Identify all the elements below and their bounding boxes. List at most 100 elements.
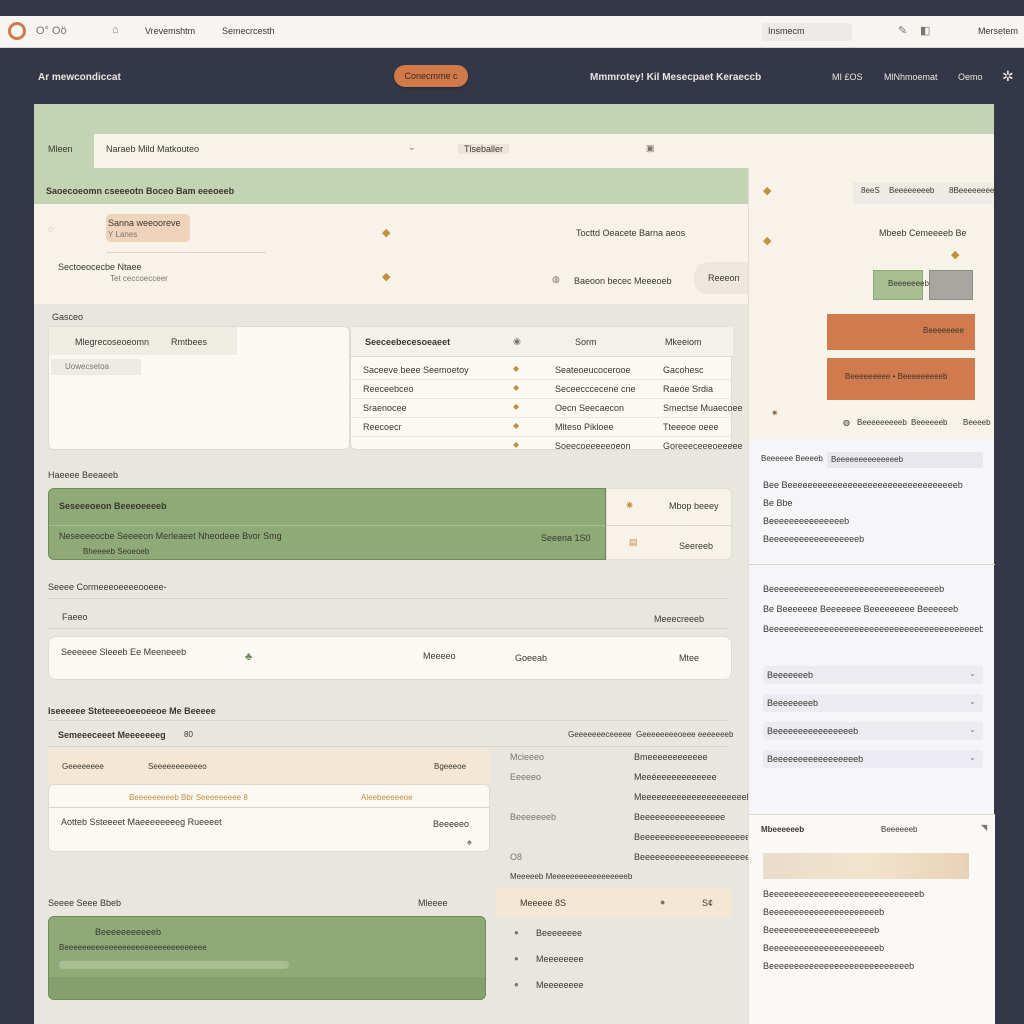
browser-nav-glyph[interactable]: O° Oö (36, 25, 67, 37)
clear-icon[interactable]: ▣ (646, 143, 655, 154)
extension-icon[interactable]: ✎ (898, 24, 907, 37)
row-icon: ◆ (513, 383, 520, 392)
bullet-icon: ● (514, 980, 519, 989)
section4-sub-right[interactable]: Meeecreeeb (654, 614, 704, 624)
table-row[interactable]: Saceeve beee Seemoetoy ◆ Seateoeucocerooe G… (351, 361, 731, 380)
sidebar-footer-3[interactable]: Beeeeb (963, 418, 991, 427)
browser-right-label[interactable]: Mersetem (978, 26, 1018, 36)
nav-item-1[interactable]: MI £OS (832, 72, 863, 82)
info-line: Bee Beeeeeeeeeeeeeeeeeeeeeeeeeeeeeeeeeeb (763, 480, 963, 490)
settings-icon[interactable]: ✲ (1002, 68, 1014, 85)
left-value-chip[interactable]: Uowecsetoa (51, 359, 141, 375)
list-item[interactable]: Meeeeeeee (536, 980, 584, 990)
info-line: Be Bbe (763, 498, 793, 508)
bullet-icon: ● (514, 928, 519, 937)
sidebar-button-a[interactable]: Beeeeeeee (827, 314, 975, 350)
list-item[interactable]: Meeeeeeee (536, 954, 584, 964)
sidebar-button-b[interactable]: Beeeeeeeee • Beeeeeeeeeb (827, 358, 975, 400)
row-icon: ◆ (513, 440, 520, 449)
table-header-2: Sorm (575, 337, 597, 347)
image-thumbnail[interactable] (763, 853, 969, 879)
sidebar-field[interactable]: Beeeeeeeb ⌄ (763, 666, 983, 684)
section3-line2: Bheeeeb Seoeoeb (83, 547, 150, 556)
card-footer (49, 977, 485, 999)
left-table-card: Mlegrecoseoeomn Rmtbees Uowecsetoa (48, 326, 350, 450)
section5-rule (48, 720, 728, 721)
app-logo[interactable] (8, 22, 26, 40)
row-icon: ◆ (513, 364, 520, 373)
sidebar-tabs: 8eeS Beeeeeeeeb 8Beeeeeeeeb (853, 182, 999, 204)
section3-banner[interactable]: Seseeeoeon Beeeoeeeeb Neseeeeocbe Seeeeo… (48, 488, 606, 560)
table-row[interactable]: Reeceebceo ◆ Seceecccecene cne Raeoe Srdia (351, 380, 731, 399)
section4-rule-2 (48, 628, 728, 629)
section5-right-head1: Geeeeeeeceeeee (568, 730, 632, 739)
browser-toolbar: O° Oö ⌂ Vrevemshtm Semecrcesth Insmecm ✎… (0, 16, 1024, 48)
section4-row[interactable]: Seeeeee Sleeeb Ee Meeneeeb ♣ Meeeeo Goee… (48, 636, 732, 680)
row1-highlight[interactable]: Sanna weeooreve Y Lanes (106, 214, 190, 242)
nav-item-3[interactable]: Oemo (958, 72, 983, 82)
divider (106, 252, 266, 253)
list-item[interactable]: Beeeeeeee (536, 928, 582, 938)
address-bar[interactable]: Insmecm (762, 23, 852, 41)
section5-card[interactable]: Beeeeeeeeeb Bbr Seeeeeeeee 8 Aleebeeeeeo… (48, 784, 490, 852)
list-item-right[interactable]: Beeeeeeeeeeeeeeeee (634, 812, 725, 822)
nav-item-2[interactable]: MlNhmoemat (884, 72, 938, 82)
primary-action-button[interactable]: Conecmme c (394, 65, 468, 87)
home-icon[interactable]: ⌂ (112, 24, 119, 36)
app-title: Ar mewcondiccat (38, 72, 121, 83)
section3-right-bottom[interactable]: Seereeb (679, 541, 713, 551)
section4-field4: Mtee (679, 653, 700, 663)
list-item-right[interactable]: Meeéeeeeeeeeeeee (634, 772, 717, 782)
list-item-right[interactable]: Meeeeeeeeeeeeeeeeeeeeeb (634, 792, 752, 802)
browser-tab-2[interactable]: Semecrcesth (222, 26, 275, 36)
sidebar-tab-2[interactable]: Beeeeeeeeb (889, 186, 934, 195)
section6-right-card[interactable]: Meeeee 8S ● S¢ (496, 888, 732, 918)
swatch-gray[interactable] (929, 270, 973, 300)
bottom-line: Beeeeeeeeeeeeeeeeeeeeeeb (763, 943, 885, 953)
sidebar-field[interactable]: Beeeeeeeeb ⌄ (763, 694, 983, 712)
sidebar-footer-1[interactable]: Beeeeeeeeeb (857, 418, 907, 427)
row2-button[interactable]: Reeeon (694, 262, 748, 294)
sidebar-bottom-card: Mbeeeeeeb Beeeeeeb ◥ Beeeeeeeeeeeeeeeeee… (749, 814, 995, 1024)
section5-count: 80 (184, 730, 193, 739)
table-row[interactable]: Reecoecr ◆ Mlteso Pikloee Tteeeoe oeee (351, 418, 731, 437)
section6-card[interactable]: Beeeeeeeeeeeb Beeeeeeeeeeeeeeeeeeeeeeeee… (48, 916, 486, 1000)
section5-head-row: Geeeeeeee Seeeeeeeeeeeo Bgeeeoe (48, 750, 490, 784)
list-item-left: O8 (510, 852, 523, 862)
expand-icon[interactable]: ◥ (981, 823, 987, 832)
banner-divider (49, 525, 605, 526)
bookmark-icon[interactable]: ◆ (763, 234, 771, 247)
sidebar-search-input[interactable]: Beeeeeeeeeeeeeeb (827, 452, 983, 468)
sidebar-tab-1[interactable]: 8eeS (861, 186, 880, 195)
list-item-right[interactable]: Bmeeeeeeeeeeee (634, 752, 708, 762)
sidebar-field[interactable]: Beeeeeeeeeeeeeeeeeb ⌄ (763, 750, 983, 768)
leaf-icon: ♠ (467, 837, 472, 847)
browser-tab-1[interactable]: Vrevemshtm (145, 26, 195, 36)
table-cell: Seateoeucocerooe (555, 365, 631, 375)
sidebar-tab-3[interactable]: 8Beeeeeeeeb (949, 186, 999, 195)
filter-tag[interactable]: Tlseballer (458, 144, 510, 154)
pin-icon[interactable]: ◆ (763, 184, 771, 197)
section5-row-a2: Aleebeeeeeoe (361, 793, 413, 802)
swatch-sage[interactable]: Beeeeeeeb (873, 270, 929, 300)
sidebar-field[interactable]: Beeeeeeeeeeeeeeeeb ⌄ (763, 722, 983, 740)
caret-icon: ⌄ (408, 142, 416, 152)
table-header-1: Seeceebecesoeaeet (365, 337, 451, 347)
left-header-1: Mlegrecoseoeomn (75, 337, 150, 347)
table-row[interactable]: ◆ Soeecoeeeeeoeon Goreeeceeeoeeeee (351, 437, 743, 456)
filter-input[interactable]: Naraeb Mild Matkouteo ⌄ Tlseballer ▣ (94, 134, 994, 168)
section2-label: Gasceo (52, 312, 84, 322)
section3-value: Seeena 1S0 (541, 533, 591, 543)
doc-icon: ▤ (629, 537, 638, 547)
gear-small-icon[interactable]: ✷ (771, 408, 779, 419)
section6-label-right[interactable]: Mleeee (418, 898, 448, 908)
section3-right-top[interactable]: Mbop beeey (669, 501, 719, 511)
info-line: Beeeeeeeeeeeeeeeeeeb (763, 534, 865, 544)
sidebar-footer-2[interactable]: Beeeeeeb (911, 418, 947, 427)
sidebar-bottom-title: Mbeeeeeeb (761, 825, 805, 834)
section5-row-a: Beeeeeeeeeb Bbr Seeeeeeeee 8 (129, 793, 248, 802)
table-row[interactable]: Sraenocee ◆ Oecn Seecaecon Smectse Muaecoee (351, 399, 743, 418)
radio-icon[interactable]: ◌ (48, 224, 53, 234)
sort-icon[interactable]: ◉ (513, 336, 521, 347)
profile-icon[interactable]: ◧ (920, 24, 930, 37)
